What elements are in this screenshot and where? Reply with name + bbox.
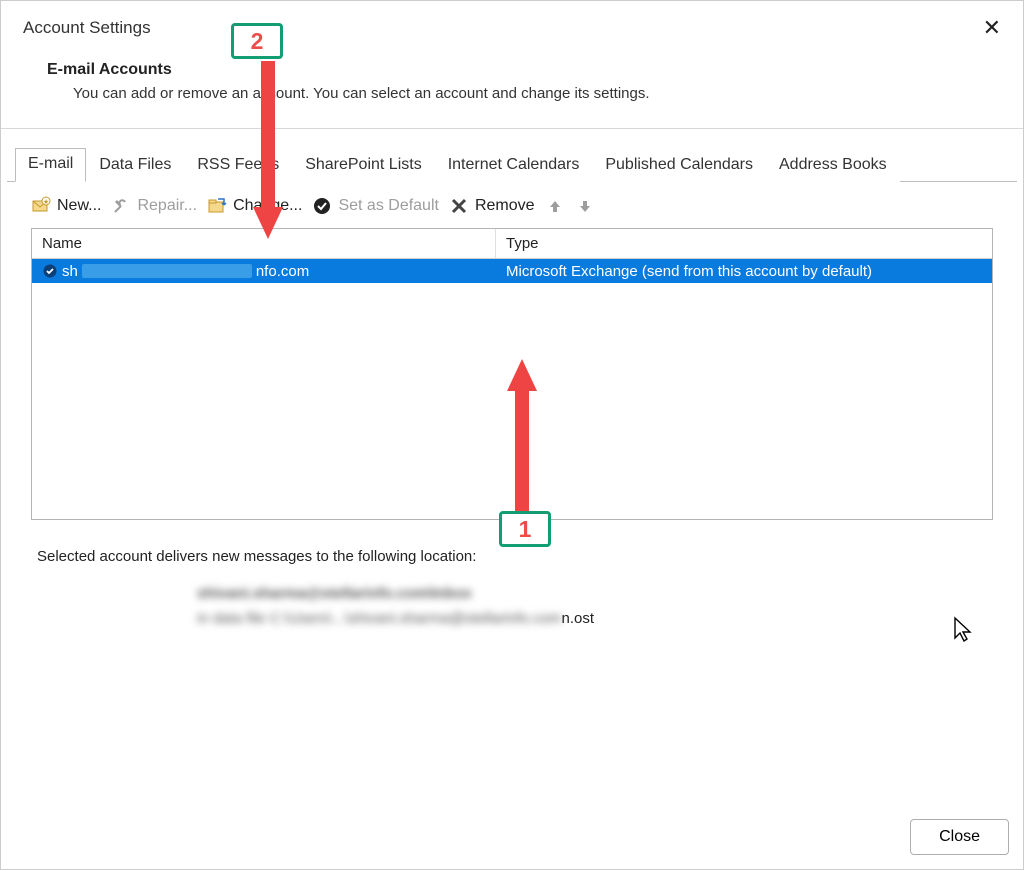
annotation-arrow-1 (505, 359, 545, 515)
account-row[interactable]: sh nfo.com Microsoft Exchange (send from… (32, 259, 992, 283)
location-line-1: shivani.sharma@stellarinfo.com\Inbox (197, 585, 987, 602)
location-line-2-suffix: n.ost (562, 610, 595, 627)
annotation-arrow-2 (251, 61, 291, 241)
account-name-suffix: nfo.com (256, 263, 309, 280)
location-intro: Selected account delivers new messages t… (37, 548, 987, 565)
arrow-down-icon (575, 196, 595, 216)
tab-internet-calendars[interactable]: Internet Calendars (435, 149, 593, 182)
new-label: New... (57, 197, 101, 215)
titlebar: Account Settings ✕ (1, 1, 1023, 47)
account-name-prefix: sh (62, 263, 78, 280)
tab-strip: E-mail Data Files RSS Feeds SharePoint L… (7, 147, 1017, 182)
header-section: E-mail Accounts You can add or remove an… (1, 47, 1023, 120)
annotation-callout-2: 2 (231, 23, 283, 59)
list-header: Name Type (32, 229, 992, 259)
check-circle-icon (312, 196, 332, 216)
new-button[interactable]: ★ New... (31, 196, 101, 216)
repair-button: Repair... (111, 196, 197, 216)
tab-data-files[interactable]: Data Files (86, 149, 184, 182)
account-type-cell: Microsoft Exchange (send from this accou… (496, 261, 992, 282)
account-name-cell: sh nfo.com (32, 261, 496, 282)
location-line-2: in data file C:\Users\...\shivani.sharma… (197, 610, 987, 627)
location-line-2-blurred: in data file C:\Users\...\shivani.sharma… (197, 610, 562, 627)
change-folder-icon (207, 196, 227, 216)
mouse-cursor-icon (953, 616, 973, 642)
location-lines: shivani.sharma@stellarinfo.com\Inbox in … (197, 585, 987, 627)
close-icon[interactable]: ✕ (975, 13, 1009, 43)
repair-label: Repair... (137, 197, 197, 215)
arrow-up-icon (545, 196, 565, 216)
annotation-number: 2 (231, 23, 283, 59)
default-check-icon (42, 263, 58, 279)
set-default-label: Set as Default (338, 197, 439, 215)
dialog-title: Account Settings (23, 18, 151, 38)
move-up-button (545, 196, 565, 216)
section-description: You can add or remove an account. You ca… (73, 85, 993, 102)
tab-published-calendars[interactable]: Published Calendars (592, 149, 766, 182)
annotation-callout-1: 1 (499, 511, 551, 547)
annotation-number: 1 (499, 511, 551, 547)
account-settings-dialog: Account Settings ✕ E-mail Accounts You c… (0, 0, 1024, 870)
remove-label: Remove (475, 197, 535, 215)
dialog-footer: Close (910, 819, 1009, 855)
redacted-segment (82, 264, 252, 278)
set-default-button: Set as Default (312, 196, 439, 216)
tab-address-books[interactable]: Address Books (766, 149, 900, 182)
move-down-button (575, 196, 595, 216)
tab-sharepoint-lists[interactable]: SharePoint Lists (292, 149, 435, 182)
close-button[interactable]: Close (910, 819, 1009, 855)
svg-text:★: ★ (43, 198, 49, 206)
column-type[interactable]: Type (496, 229, 992, 258)
repair-wrench-icon (111, 196, 131, 216)
new-mail-icon: ★ (31, 196, 51, 216)
toolbar: ★ New... Repair... Change... S (7, 182, 1017, 228)
section-heading: E-mail Accounts (47, 61, 993, 79)
remove-x-icon (449, 196, 469, 216)
tab-email[interactable]: E-mail (15, 148, 86, 182)
remove-button[interactable]: Remove (449, 196, 535, 216)
